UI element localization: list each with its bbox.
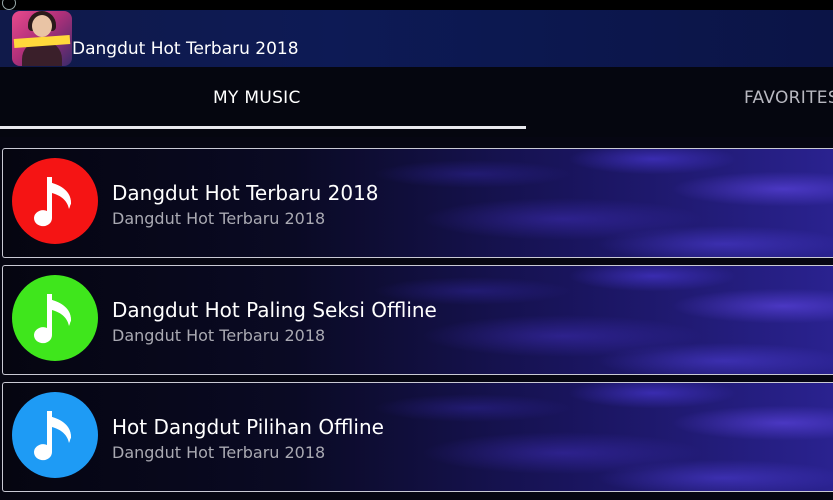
- song-item[interactable]: Hot Dangdut Pilihan Offline Dangdut Hot …: [2, 382, 833, 492]
- tab-favorites[interactable]: FAVORITES: [744, 87, 833, 109]
- song-title: Hot Dangdut Pilihan Offline: [112, 415, 384, 439]
- tab-bar: MY MUSIC FAVORITES: [0, 67, 833, 137]
- song-subtitle: Dangdut Hot Terbaru 2018: [112, 326, 326, 345]
- song-subtitle: Dangdut Hot Terbaru 2018: [112, 443, 326, 462]
- status-bar: [0, 0, 833, 10]
- song-title: Dangdut Hot Paling Seksi Offline: [112, 298, 437, 322]
- tab-my-music[interactable]: MY MUSIC: [213, 87, 301, 109]
- song-title: Dangdut Hot Terbaru 2018: [112, 181, 379, 205]
- music-note-icon: [12, 392, 98, 478]
- song-item[interactable]: Dangdut Hot Terbaru 2018 Dangdut Hot Ter…: [2, 148, 833, 258]
- app-cover-icon: [12, 11, 72, 66]
- music-note-icon: [12, 158, 98, 244]
- music-note-icon: [12, 275, 98, 361]
- song-subtitle: Dangdut Hot Terbaru 2018: [112, 209, 326, 228]
- tab-selected-indicator: [0, 126, 526, 129]
- status-indicator-icon: [2, 0, 16, 10]
- app-bar: Dangdut Hot Terbaru 2018: [0, 10, 833, 67]
- song-item[interactable]: Dangdut Hot Paling Seksi Offline Dangdut…: [2, 265, 833, 375]
- app-title: Dangdut Hot Terbaru 2018: [72, 39, 299, 59]
